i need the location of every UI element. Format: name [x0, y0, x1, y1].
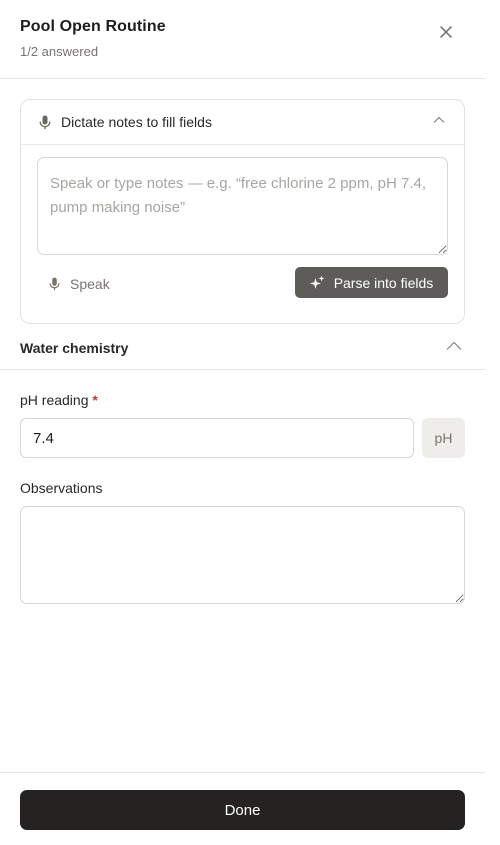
speak-label: Speak — [70, 276, 110, 292]
page-title: Pool Open Routine — [20, 18, 166, 35]
speak-button[interactable]: Speak — [49, 273, 110, 295]
chevron-up-icon — [446, 341, 462, 350]
sparkle-icon — [309, 275, 325, 289]
required-mark: * — [92, 392, 98, 408]
ph-reading-label-text: pH reading — [20, 392, 89, 408]
checklist-panel: Pool Open Routine 1/2 answered Dictate n… — [0, 0, 485, 845]
dictation-card: Dictate notes to fill fields Speak Parse… — [20, 99, 465, 324]
panel-footer: Done — [0, 772, 485, 845]
ph-reading-input[interactable] — [20, 418, 414, 458]
section-title: Water chemistry — [20, 340, 129, 356]
microphone-icon — [39, 115, 51, 130]
panel-header: Pool Open Routine 1/2 answered — [0, 0, 485, 79]
section-water-chemistry[interactable]: Water chemistry — [0, 324, 485, 370]
ph-reading-label: pH reading * — [20, 392, 98, 408]
observations-input[interactable] — [20, 506, 465, 604]
unit-badge: pH — [422, 418, 465, 458]
parse-label: Parse into fields — [333, 274, 434, 291]
progress-text: 1/2 answered — [20, 44, 99, 59]
observations-label: Observations — [20, 480, 103, 496]
done-button[interactable]: Done — [20, 790, 465, 830]
close-button[interactable] — [436, 22, 456, 42]
dictation-notes-input[interactable] — [37, 157, 448, 255]
chevron-up-icon — [433, 116, 445, 123]
parse-into-fields-button[interactable]: Parse into fields — [295, 267, 448, 298]
dictation-toggle[interactable]: Dictate notes to fill fields — [21, 100, 464, 145]
dictation-label: Dictate notes to fill fields — [61, 114, 212, 130]
microphone-icon — [49, 277, 60, 291]
close-icon — [440, 26, 452, 38]
